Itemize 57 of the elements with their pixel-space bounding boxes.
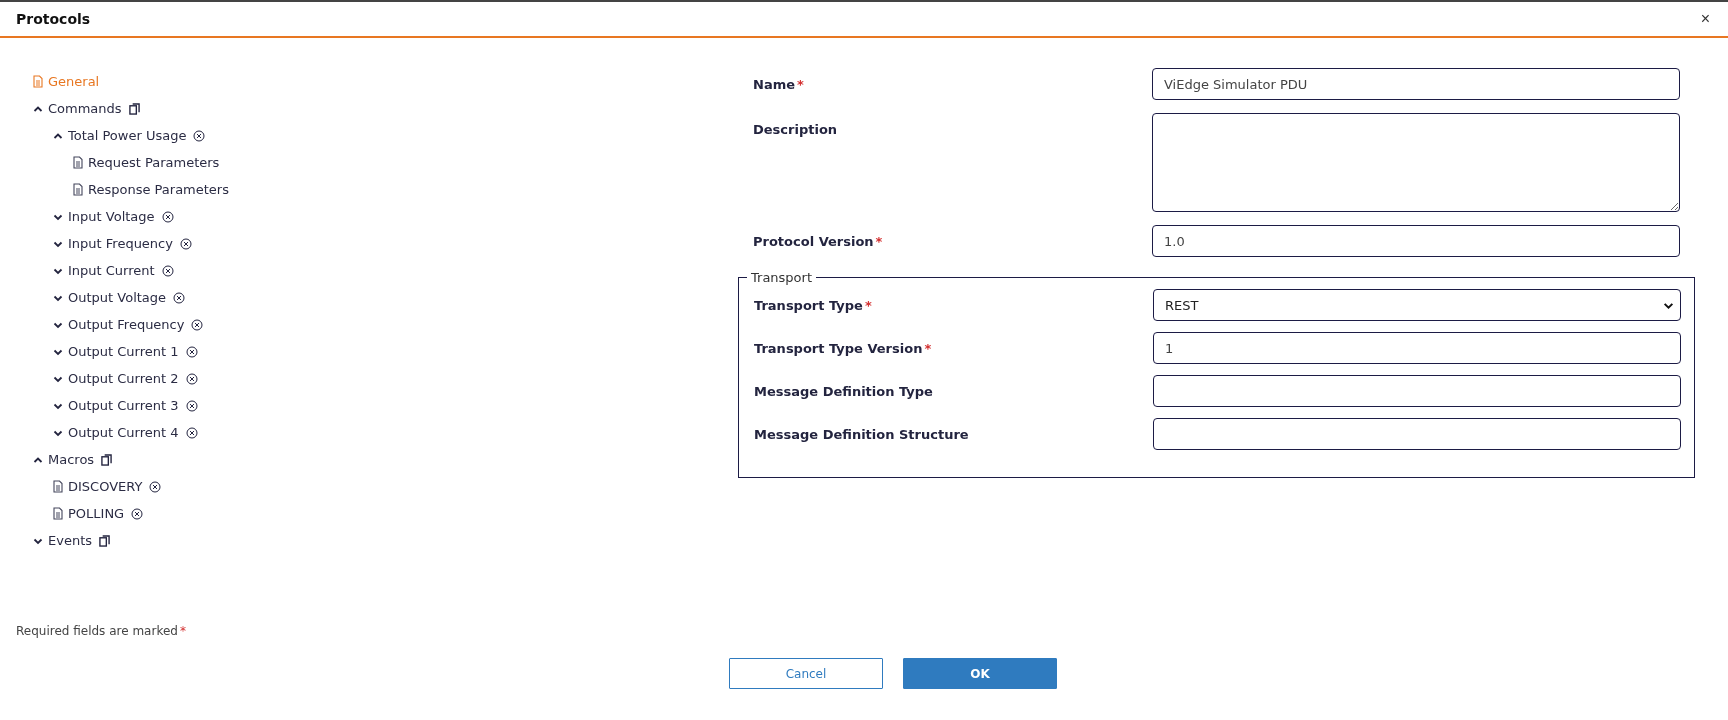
window-title: Protocols xyxy=(16,11,91,27)
remove-icon[interactable] xyxy=(173,291,186,304)
remove-icon[interactable] xyxy=(131,507,144,520)
copy-icon[interactable] xyxy=(101,453,113,466)
field-label: Protocol Version* xyxy=(753,233,884,249)
text-field[interactable] xyxy=(1153,418,1681,450)
remove-icon[interactable] xyxy=(185,426,198,439)
tree-item[interactable]: POLLING xyxy=(68,506,125,521)
tree-item[interactable]: Total Power Usage xyxy=(68,128,187,143)
remove-icon[interactable] xyxy=(185,399,198,412)
document-icon xyxy=(53,480,63,493)
copy-icon[interactable] xyxy=(128,102,140,115)
remove-icon[interactable] xyxy=(193,129,206,142)
copy-icon[interactable] xyxy=(99,534,110,547)
field-label: Description xyxy=(753,121,839,137)
tree-item[interactable]: Output Current 2 xyxy=(68,371,179,386)
cancel-button[interactable]: Cancel xyxy=(729,658,883,689)
remove-icon[interactable] xyxy=(185,345,198,358)
close-button[interactable]: × xyxy=(1698,11,1712,27)
field-label: Transport Type* xyxy=(754,297,873,313)
document-icon xyxy=(73,183,83,196)
field-label: Message Definition Structure xyxy=(754,426,970,442)
remove-icon[interactable] xyxy=(161,210,174,223)
remove-icon[interactable] xyxy=(179,237,192,250)
field-label: Transport Type Version* xyxy=(754,340,933,356)
tree-item[interactable]: Response Parameters xyxy=(88,182,229,197)
tree-item[interactable]: Macros xyxy=(48,452,95,467)
tree-item[interactable]: Input Frequency xyxy=(68,236,173,251)
remove-icon[interactable] xyxy=(149,480,162,493)
tree-item[interactable]: Output Frequency xyxy=(68,317,185,332)
text-field[interactable]: ViEdge Simulator PDU xyxy=(1152,68,1680,100)
field-label: Name* xyxy=(753,76,805,92)
group-legend: Transport xyxy=(747,270,816,285)
document-icon xyxy=(73,156,83,169)
tree-item[interactable]: Output Voltage xyxy=(68,290,167,305)
tree-item[interactable]: DISCOVERY xyxy=(68,479,143,494)
dropdown[interactable]: REST xyxy=(1153,289,1681,321)
text-field[interactable]: 1.0 xyxy=(1152,225,1680,257)
tree-item[interactable]: Input Voltage xyxy=(68,209,155,224)
tree-item[interactable]: Request Parameters xyxy=(88,155,220,170)
tree-item[interactable]: Events xyxy=(48,533,92,548)
tree-item[interactable]: Commands xyxy=(48,101,122,116)
text-field[interactable]: 1 xyxy=(1153,332,1681,364)
required-note: Required fields are marked * xyxy=(16,624,186,638)
remove-icon[interactable] xyxy=(191,318,204,331)
ok-button[interactable]: OK xyxy=(903,658,1057,689)
remove-icon[interactable] xyxy=(185,372,198,385)
description-field[interactable] xyxy=(1152,113,1680,212)
document-icon xyxy=(33,75,43,88)
tree-item[interactable]: Input Current xyxy=(68,263,155,278)
field-label: Message Definition Type xyxy=(754,383,934,399)
text-field[interactable] xyxy=(1153,375,1681,407)
remove-icon[interactable] xyxy=(161,264,174,277)
tree-item[interactable]: Output Current 3 xyxy=(68,398,179,413)
tree-item[interactable]: Output Current 1 xyxy=(68,344,179,359)
tree-item[interactable]: Output Current 4 xyxy=(68,425,179,440)
document-icon xyxy=(53,507,63,520)
